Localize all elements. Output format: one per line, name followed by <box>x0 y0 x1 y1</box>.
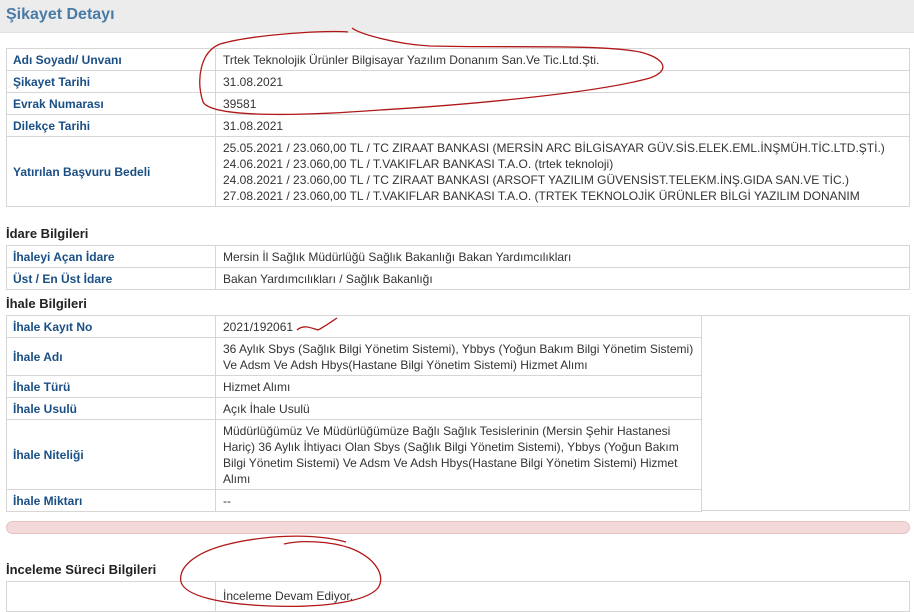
admin-info-table: İhaleyi Açan İdare Mersin İl Sağlık Müdü… <box>6 245 910 290</box>
value-line: Alımı <box>223 471 251 486</box>
upper-authority-value: Bakan Yardımcılıkları / Sağlık Bakanlığı <box>215 267 910 290</box>
tendering-authority-label: İhaleyi Açan İdare <box>6 245 216 268</box>
tender-nature-label: İhale Niteliği <box>6 419 216 490</box>
petition-date-label: Dilekçe Tarihi <box>6 114 216 137</box>
value-line: Hariç) 36 Aylık İhtiyacı Olan Sbys (Sağl… <box>223 439 679 454</box>
admin-section-title: İdare Bilgileri <box>6 226 89 241</box>
table-row: Şikayet Tarihi 31.08.2021 <box>6 70 910 93</box>
document-number-value: 39581 <box>215 92 910 115</box>
applicant-name-value: Trtek Teknolojik Ürünler Bilgisayar Yazı… <box>215 48 910 71</box>
value-line: -- <box>223 493 231 508</box>
tender-procedure-label: İhale Usulü <box>6 397 216 420</box>
tender-type-value: Hizmet Alımı <box>215 375 702 398</box>
table-row: İhale Kayıt No 2021/192061 <box>6 315 702 338</box>
value-line: Hizmet Alımı <box>223 379 291 394</box>
table-row: Üst / En Üst İdare Bakan Yardımcılıkları… <box>6 267 910 290</box>
tender-name-value: 36 Aylık Sbys (Sağlık Bilgi Yönetim Sist… <box>215 337 702 376</box>
review-status-value: İnceleme Devam Ediyor. <box>215 581 910 612</box>
table-row: İhaleyi Açan İdare Mersin İl Sağlık Müdü… <box>6 245 910 268</box>
table-row: İnceleme Devam Ediyor. <box>6 581 910 612</box>
tender-section-title: İhale Bilgileri <box>6 296 87 311</box>
complaint-date-label: Şikayet Tarihi <box>6 70 216 93</box>
review-status-label <box>6 581 216 612</box>
tender-quantity-label: İhale Miktarı <box>6 489 216 512</box>
upper-authority-label: Üst / En Üst İdare <box>6 267 216 290</box>
value-line: Müdürlüğümüz Ve Müdürlüğümüze Bağlı Sağl… <box>223 423 671 438</box>
tender-registration-no-value: 2021/192061 <box>215 315 702 338</box>
tender-quantity-value: -- <box>215 489 702 512</box>
table-row: Yatırılan Başvuru Bedeli 25.05.2021 / 23… <box>6 136 910 207</box>
value-line: 36 Aylık Sbys (Sağlık Bilgi Yönetim Sist… <box>223 341 694 356</box>
tender-type-label: İhale Türü <box>6 375 216 398</box>
table-row: İhale Adı 36 Aylık Sbys (Sağlık Bilgi Yö… <box>6 337 702 376</box>
table-row: İhale Niteliği Müdürlüğümüz Ve Müdürlüğü… <box>6 419 702 490</box>
table-row: İhale Usulü Açık İhale Usulü <box>6 397 702 420</box>
complaint-details-table: Adı Soyadı/ Unvanı Trtek Teknolojik Ürün… <box>6 48 910 207</box>
value-line: Ve Adsm Ve Adsh Hbys(Hastane Bilgi Yönet… <box>223 357 588 372</box>
value-line: Açık İhale Usulü <box>223 401 310 416</box>
tender-name-label: İhale Adı <box>6 337 216 376</box>
review-section-title: İnceleme Süreci Bilgileri <box>6 562 157 577</box>
table-row: Evrak Numarası 39581 <box>6 92 910 115</box>
tender-info-table: İhale Kayıt No 2021/192061 İhale Adı 36 … <box>6 315 702 512</box>
table-row: İhale Miktarı -- <box>6 489 702 512</box>
tendering-authority-value: Mersin İl Sağlık Müdürlüğü Sağlık Bakanl… <box>215 245 910 268</box>
application-fee-value: 25.05.2021 / 23.060,00 TL / TC ZIRAAT BA… <box>215 136 910 207</box>
page-header: Şikayet Detayı <box>0 0 914 33</box>
review-info-table: İnceleme Devam Ediyor. <box>6 581 910 612</box>
fee-line: 25.05.2021 / 23.060,00 TL / TC ZIRAAT BA… <box>223 140 885 155</box>
tender-registration-no-label: İhale Kayıt No <box>6 315 216 338</box>
table-row: Dilekçe Tarihi 31.08.2021 <box>6 114 910 137</box>
value-line: 2021/192061 <box>223 319 294 334</box>
document-number-label: Evrak Numarası <box>6 92 216 115</box>
value-line: Bilgi Yönetim Sistemi) Ve Adsm Ve Adsh H… <box>223 455 678 470</box>
fee-line: 27.08.2021 / 23.060,00 TL / T.VAKIFLAR B… <box>223 188 860 203</box>
tender-procedure-value: Açık İhale Usulü <box>215 397 702 420</box>
petition-date-value: 31.08.2021 <box>215 114 910 137</box>
applicant-name-label: Adı Soyadı/ Unvanı <box>6 48 216 71</box>
page-title: Şikayet Detayı <box>6 6 115 23</box>
section-divider <box>6 521 910 534</box>
fee-line: 24.06.2021 / 23.060,00 TL / T.VAKIFLAR B… <box>223 156 614 171</box>
fee-line: 24.08.2021 / 23.060,00 TL / TC ZIRAAT BA… <box>223 172 850 187</box>
application-fee-label: Yatırılan Başvuru Bedeli <box>6 136 216 207</box>
table-row: Adı Soyadı/ Unvanı Trtek Teknolojik Ürün… <box>6 48 910 71</box>
complaint-date-value: 31.08.2021 <box>215 70 910 93</box>
table-row: İhale Türü Hizmet Alımı <box>6 375 702 398</box>
tender-side-panel <box>701 315 910 511</box>
tender-nature-value: Müdürlüğümüz Ve Müdürlüğümüze Bağlı Sağl… <box>215 419 702 490</box>
